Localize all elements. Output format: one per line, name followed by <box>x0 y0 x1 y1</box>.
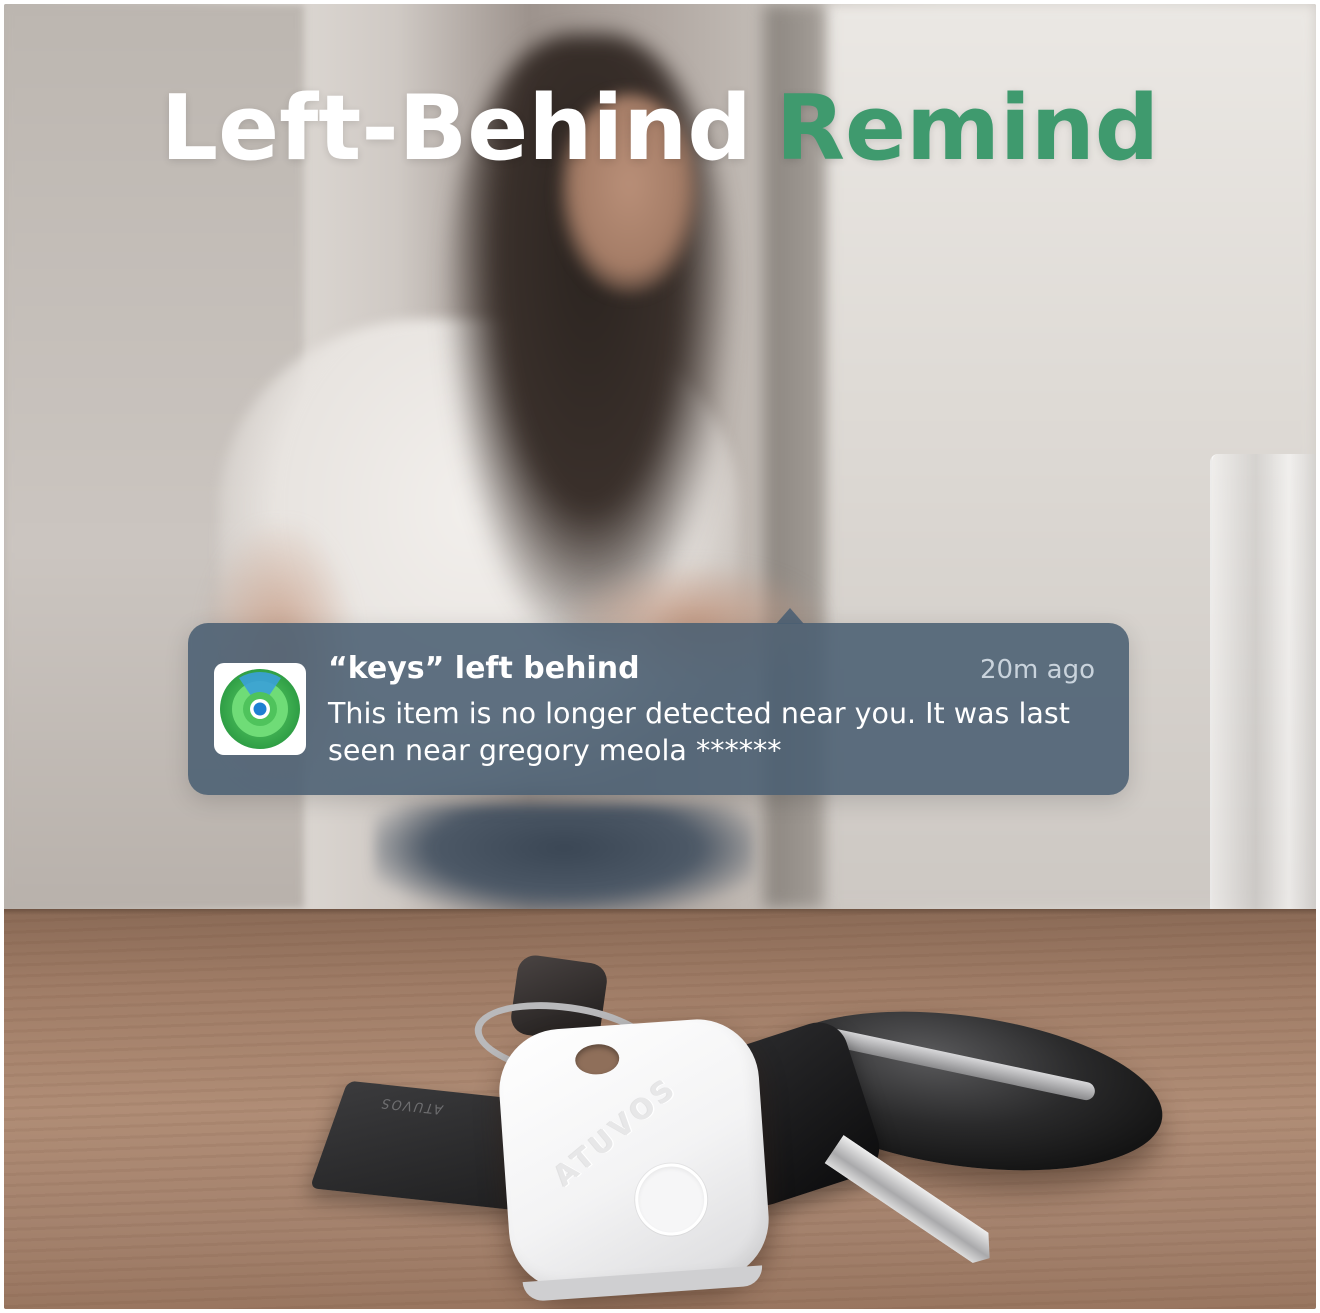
notification-title: “keys” left behind <box>328 651 640 686</box>
headline-part-2: Remind <box>775 76 1160 181</box>
headline: Left-Behind Remind <box>4 76 1316 181</box>
tracker-tag-button <box>632 1161 710 1238</box>
tracker-card-brand: ATUVOS <box>377 1094 446 1117</box>
left-behind-notification[interactable]: “keys” left behind 20m ago This item is … <box>188 623 1129 795</box>
product-image-frame: Left-Behind Remind “keys” left behind 20… <box>4 4 1316 1309</box>
person-jeans <box>374 804 754 914</box>
find-my-app-icon <box>214 663 306 755</box>
notification-body: This item is no longer detected near you… <box>328 697 1070 767</box>
notification-pointer <box>776 608 804 624</box>
radar-icon <box>220 669 300 749</box>
tracker-tag: ATUVOS <box>495 1015 773 1303</box>
headline-part-1: Left-Behind <box>160 76 752 181</box>
notification-timestamp: 20m ago <box>979 655 1095 685</box>
water-glass <box>1210 454 1316 974</box>
tracker-tag-keyhole <box>574 1042 621 1076</box>
table-edge-shadow <box>4 909 1316 915</box>
